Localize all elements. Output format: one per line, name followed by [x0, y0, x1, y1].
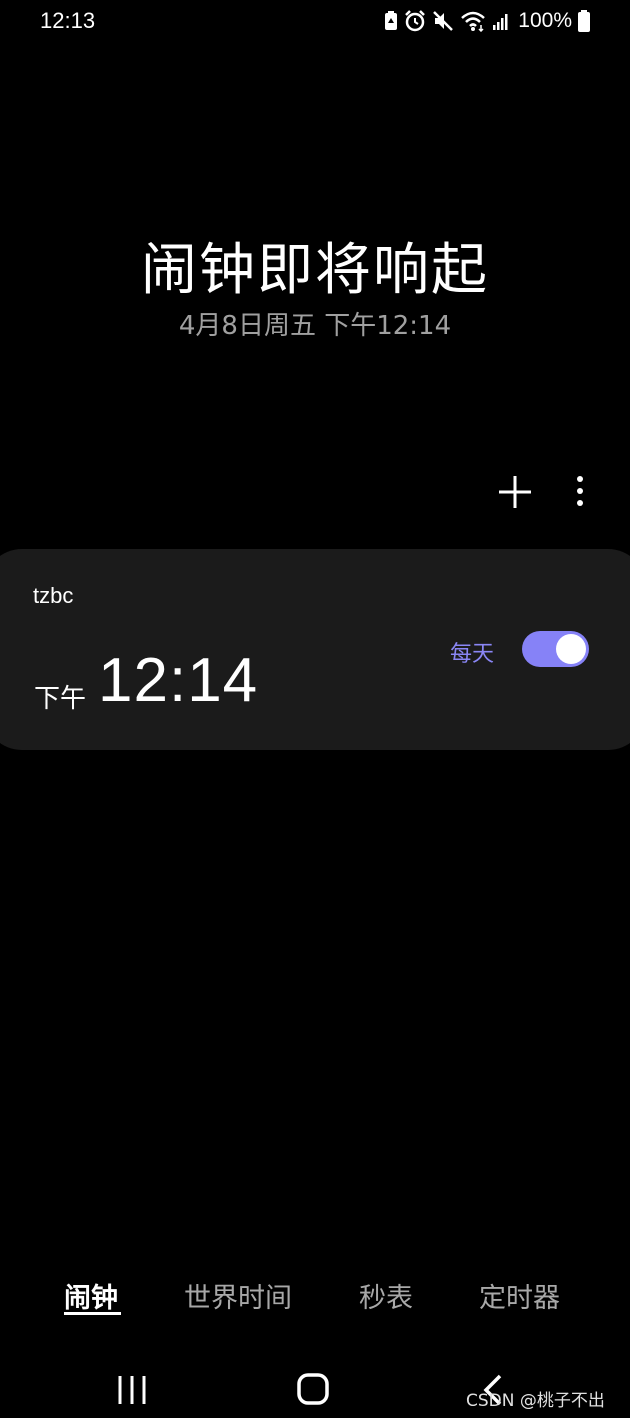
add-alarm-button[interactable]	[495, 472, 535, 512]
alarm-repeat: 每天	[450, 642, 495, 667]
alarm-toggle-knob	[556, 634, 586, 664]
alarm-icon	[405, 10, 426, 32]
alarm-toggle[interactable]	[522, 631, 589, 667]
alarm-ampm: 下午	[34, 684, 87, 714]
alarm-time: 12:14	[98, 646, 259, 715]
tab-alarm[interactable]: 闹钟	[64, 1276, 118, 1315]
status-icons: 100%	[384, 8, 590, 34]
tab-alarm-indicator	[64, 1312, 121, 1315]
battery-icon	[578, 10, 590, 32]
status-time: 12:13	[40, 8, 96, 33]
mute-icon	[433, 11, 454, 31]
next-alarm-subtitle: 4月8日周五 下午12:14	[178, 311, 452, 341]
tab-stopwatch[interactable]: 秒表	[359, 1276, 413, 1315]
wifi-icon	[461, 11, 486, 32]
battery-percent: 100%	[518, 9, 572, 32]
watermark: CSDN @桃子不出	[466, 1391, 605, 1411]
alarm-name: tzbc	[33, 583, 74, 608]
add-icon	[499, 476, 531, 508]
alarm-card[interactable]: tzbc 下午 12:14 每天	[0, 549, 630, 750]
status-bar: 12:13 100%	[0, 0, 630, 44]
more-options-button[interactable]	[566, 472, 594, 512]
page-title: 闹钟即将响起	[141, 238, 489, 303]
recents-icon	[118, 1376, 146, 1404]
nav-recents-button[interactable]	[116, 1374, 148, 1406]
tab-world-clock[interactable]: 世界时间	[184, 1276, 292, 1315]
more-vert-icon	[577, 476, 583, 506]
signal-icon	[493, 14, 508, 30]
home-icon	[297, 1373, 329, 1405]
battery-saver-icon	[385, 11, 398, 30]
nav-home-button[interactable]	[296, 1372, 330, 1406]
tab-timer[interactable]: 定时器	[479, 1276, 560, 1315]
